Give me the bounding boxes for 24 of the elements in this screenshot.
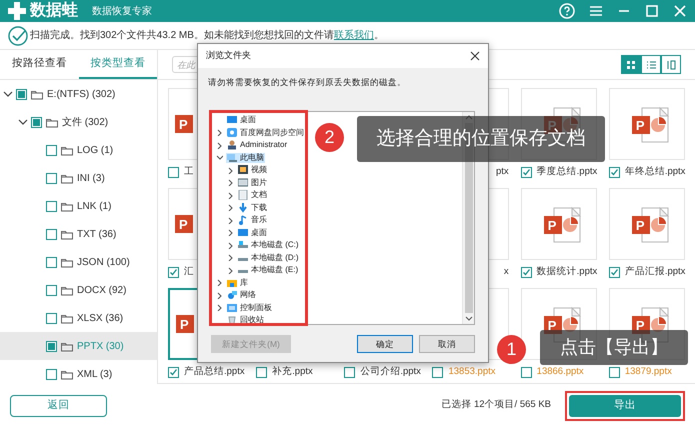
file-name: 季度总结.pptx [536, 164, 598, 179]
dialog-message: 请勿将需要恢复的文件保存到原丢失数据的磁盘。 [207, 76, 407, 89]
file-name: 产品汇报.pptx [624, 264, 686, 279]
presentation-file-icon: P [175, 115, 193, 133]
file-name: 13853.pptx [448, 364, 496, 379]
file-name: 13866.pptx [536, 364, 584, 379]
file-name: 年终总结.pptx [624, 164, 686, 179]
app-logo-text: 数据蛙 [30, 3, 78, 19]
dialog-title: 浏览文件夹 [206, 49, 251, 62]
file-name: 工 [184, 164, 194, 179]
file-name: 数据统计.pptx [536, 264, 598, 279]
file-name: ptx [496, 164, 509, 179]
file-name: 补充.pptx [272, 364, 313, 379]
file-name: 产品总结.pptx [184, 364, 245, 379]
presentation-file-icon: P [175, 215, 193, 233]
file-name: 汇 [184, 264, 194, 279]
presentation-file-icon: P [176, 315, 194, 333]
scan-result-message: 扫描完成。找到302个文件共43.2 MB。如未能找到您想找回的文件请联系我们。 [30, 28, 384, 43]
app-subtitle: 数据恢复专家 [92, 4, 152, 18]
file-name: 13879.pptx [624, 364, 672, 379]
callout-tooltip: 点击【导出】 [540, 330, 688, 365]
file-name: 公司介绍.pptx [360, 364, 421, 379]
file-name: x [504, 264, 509, 279]
selection-summary: 已选择 12个项目/ 565 KB [441, 398, 551, 412]
